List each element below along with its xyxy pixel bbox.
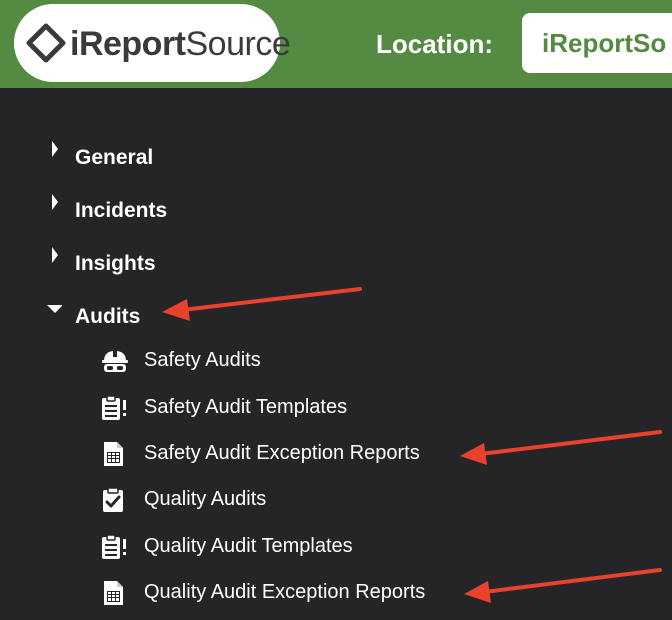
annotation-arrow-safety-exception bbox=[460, 430, 662, 465]
menu-section-general[interactable]: General bbox=[46, 134, 153, 169]
ireportsource-logo[interactable]: iReportSource bbox=[14, 4, 291, 82]
menu-section-insights[interactable]: Insights bbox=[46, 240, 156, 275]
menu-item-label: Safety Audit Templates bbox=[144, 396, 348, 418]
logo-wordmark: iReportSource bbox=[70, 22, 291, 66]
location-label: Location: bbox=[376, 29, 493, 59]
clipboard-check-icon bbox=[100, 486, 130, 513]
clipboard-list-icon bbox=[100, 394, 130, 421]
diamond-logo-icon bbox=[26, 23, 66, 63]
caret-right-icon bbox=[46, 187, 62, 217]
hard-hat-icon bbox=[100, 348, 130, 374]
menu-item-safety-audit-templates[interactable]: Safety Audit Templates bbox=[100, 392, 347, 422]
menu-item-label: Safety Audits bbox=[144, 349, 261, 371]
menu-item-safety-audit-exception-reports[interactable]: Safety Audit Exception Reports bbox=[100, 438, 420, 468]
menu-section-label: Insights bbox=[75, 252, 156, 275]
menu-item-quality-audit-exception-reports[interactable]: Quality Audit Exception Reports bbox=[100, 577, 425, 607]
menu-item-quality-audit-templates[interactable]: Quality Audit Templates bbox=[100, 531, 353, 561]
menu-item-quality-audits[interactable]: Quality Audits bbox=[100, 484, 266, 514]
spreadsheet-icon bbox=[100, 441, 130, 467]
logo-text-bold: iReport bbox=[70, 25, 186, 63]
location-select[interactable]: iReportSo bbox=[522, 13, 672, 73]
caret-down-icon bbox=[46, 293, 62, 323]
menu-item-safety-audits[interactable]: Safety Audits bbox=[100, 345, 261, 375]
spreadsheet-icon bbox=[100, 580, 130, 606]
menu-section-audits[interactable]: Audits bbox=[46, 293, 140, 328]
annotation-arrow-quality-exception bbox=[464, 568, 662, 603]
menu-section-label: Audits bbox=[75, 305, 141, 328]
menu-item-label: Quality Audits bbox=[144, 488, 267, 510]
menu-item-label: Quality Audit Exception Reports bbox=[144, 581, 426, 603]
caret-right-icon bbox=[46, 240, 62, 270]
annotation-arrow-audits bbox=[162, 287, 362, 321]
menu-item-label: Safety Audit Exception Reports bbox=[144, 442, 420, 464]
logo-text-light: Source bbox=[185, 25, 291, 63]
top-header: iReportSource Location: iReportSo bbox=[0, 0, 672, 88]
menu-section-incidents[interactable]: Incidents bbox=[46, 187, 167, 222]
location-value: iReportSo bbox=[542, 28, 667, 58]
menu-item-label: Quality Audit Templates bbox=[144, 535, 353, 557]
caret-right-icon bbox=[46, 134, 62, 164]
menu-section-label: General bbox=[75, 146, 154, 169]
clipboard-list-icon bbox=[100, 533, 130, 560]
menu-section-label: Incidents bbox=[75, 199, 168, 222]
